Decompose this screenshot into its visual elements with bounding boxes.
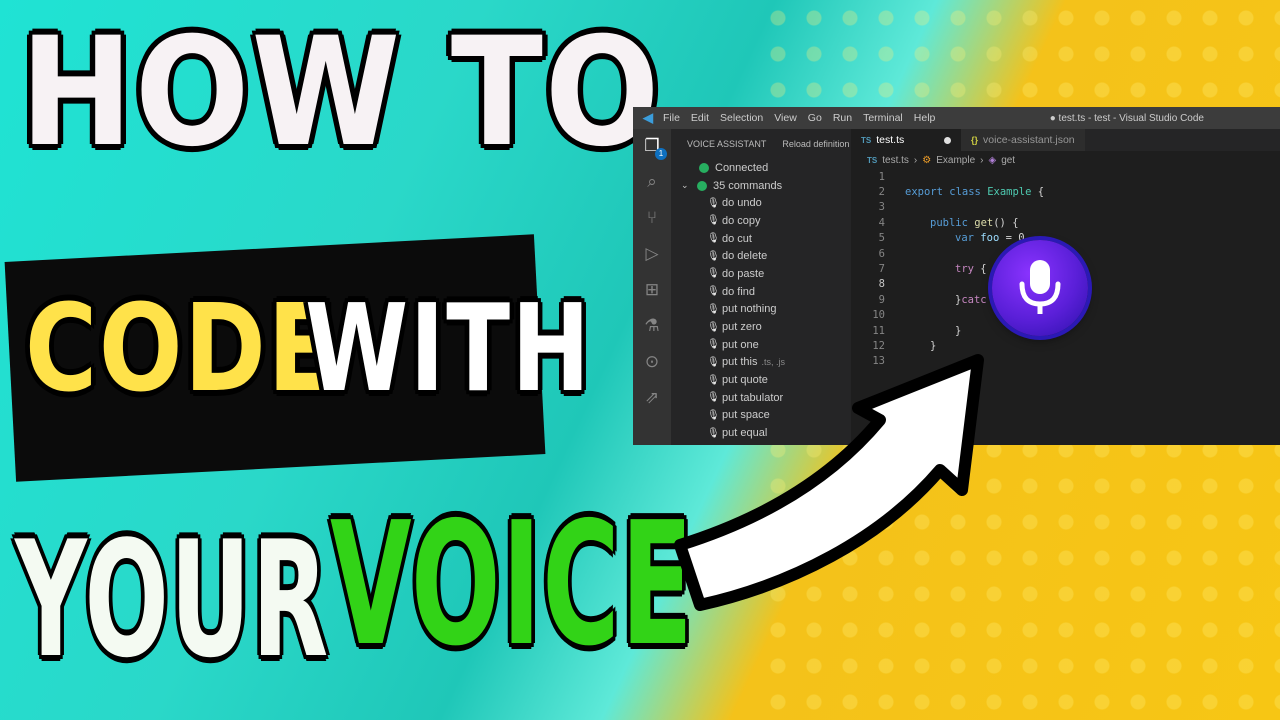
arrow-icon [674, 354, 984, 611]
